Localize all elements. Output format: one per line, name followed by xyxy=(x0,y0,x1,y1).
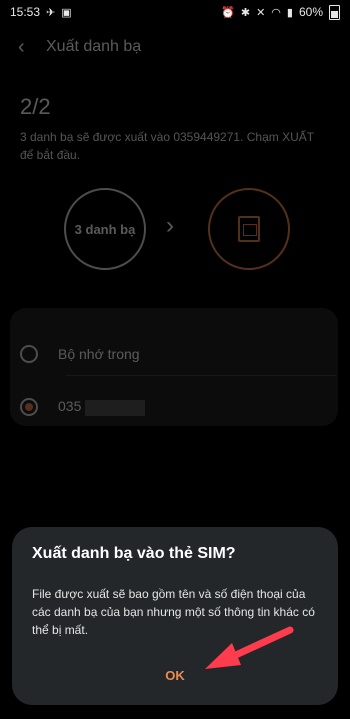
option-label: Bộ nhớ trong xyxy=(58,346,140,362)
app-bar: ‹ Xuất danh bạ xyxy=(0,30,350,64)
dialog-title: Xuất danh bạ vào thẻ SIM? xyxy=(32,545,236,562)
destination-options: Bộ nhớ trong 035 xyxy=(10,308,338,426)
redacted-number xyxy=(85,399,146,416)
contacts-count-circle: 3 danh bạ xyxy=(64,188,146,270)
step-indicator: 2/2 xyxy=(20,94,51,119)
option-internal-storage[interactable]: Bộ nhớ trong xyxy=(10,331,338,377)
sim-target-circle xyxy=(208,188,290,270)
sim-card-icon xyxy=(238,216,260,242)
back-arrow-icon[interactable]: ‹ xyxy=(18,36,34,59)
page-title: Xuất danh bạ xyxy=(46,38,142,55)
notification-icon: ✈ xyxy=(46,6,56,19)
bluetooth-icon: ✱ xyxy=(240,6,251,19)
option-label: 035 xyxy=(58,398,146,416)
alarm-icon: ⏰ xyxy=(221,6,235,19)
radio-button-selected[interactable] xyxy=(20,398,38,416)
image-icon: ▣ xyxy=(61,6,72,19)
dialog-message: File được xuất sẽ bao gồm tên và số điện… xyxy=(32,587,315,637)
export-diagram: 3 danh bạ › xyxy=(0,184,350,274)
signal-icon: ▮ xyxy=(286,6,293,19)
clock: 15:53 xyxy=(10,5,41,19)
divider xyxy=(66,375,336,376)
radio-button[interactable] xyxy=(20,345,38,363)
export-confirm-dialog: Xuất danh bạ vào thẻ SIM? File được xuất… xyxy=(12,527,338,705)
chevron-right-icon: › xyxy=(166,212,174,239)
ok-button[interactable]: OK xyxy=(152,662,198,688)
status-bar: 15:53 ✈ ▣ ⏰ ✱ ✕ ◠ ▮ 60% xyxy=(0,0,350,24)
contacts-count-label: 3 danh bạ xyxy=(74,221,136,237)
battery-percent: 60% xyxy=(298,5,323,19)
wifi-icon: ◠ xyxy=(271,6,281,19)
export-info-text: 3 danh bạ sẽ được xuất vào 0359449271. C… xyxy=(20,130,314,162)
mute-icon: ✕ xyxy=(256,6,266,19)
battery-icon xyxy=(329,4,340,20)
option-sim[interactable]: 035 xyxy=(10,384,338,430)
